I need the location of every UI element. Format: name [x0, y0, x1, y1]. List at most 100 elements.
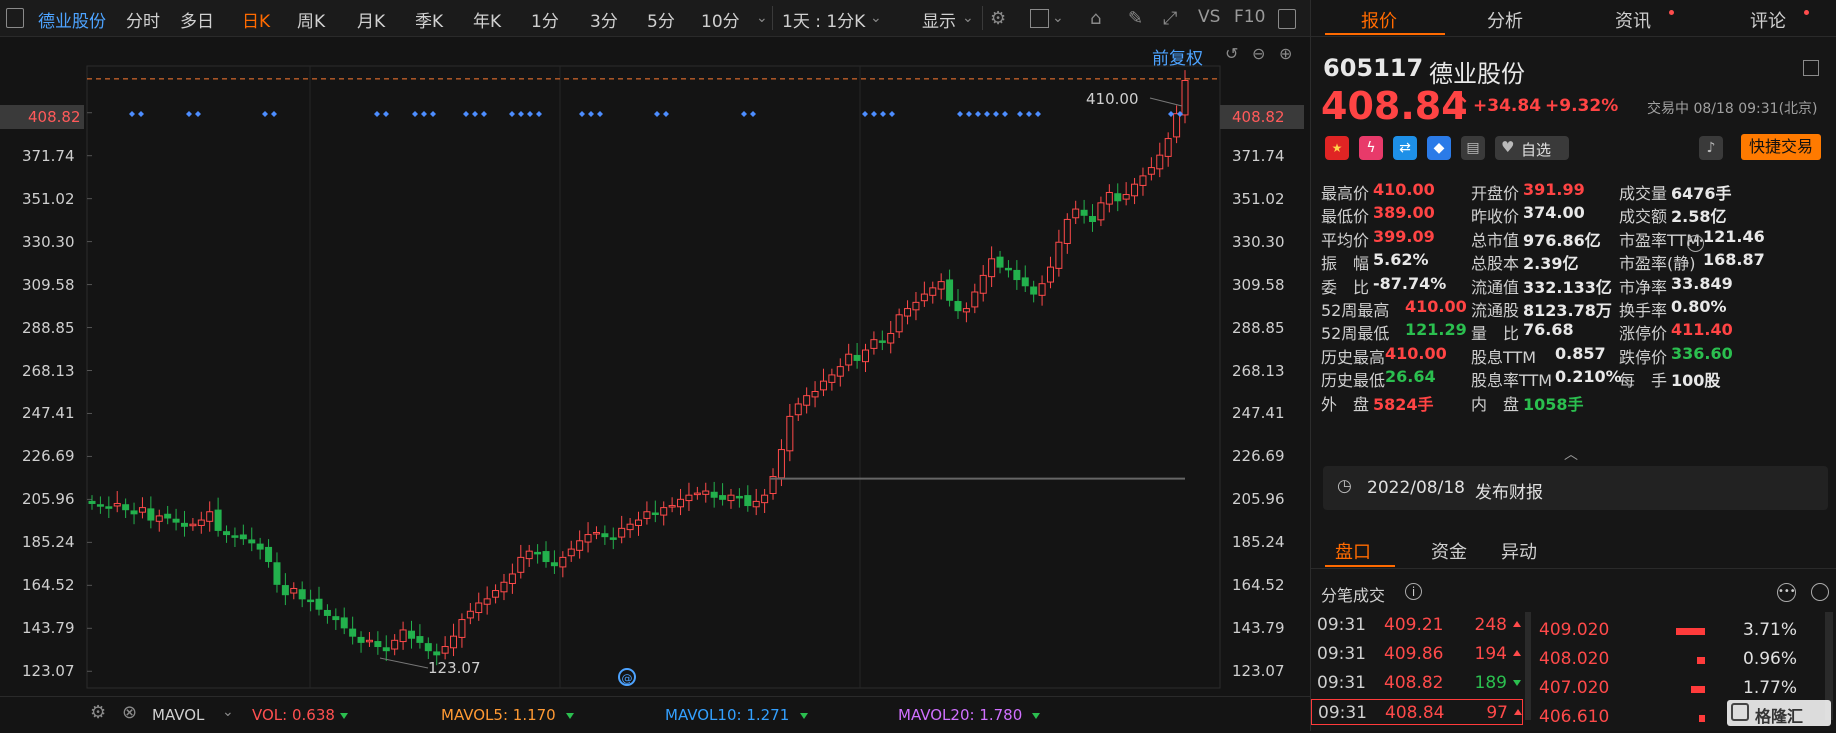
tab-monthly-k[interactable]: 月K	[357, 7, 385, 32]
tab-daily-k[interactable]: 日K	[242, 7, 270, 32]
tab-anomaly[interactable]: 异动	[1501, 538, 1537, 564]
period-select[interactable]: 1天 : 1分K	[782, 7, 865, 32]
fullscreen-icon[interactable]: ⤢	[1163, 8, 1177, 29]
undo-icon[interactable]: ↺	[1225, 44, 1238, 63]
collapse-icon[interactable]: ︿	[1564, 444, 1578, 464]
event-marker-icon	[663, 111, 669, 117]
event-marker-icon	[383, 111, 389, 117]
menu-icon[interactable]	[1803, 60, 1819, 76]
stock-name-tab[interactable]: 德业股份	[38, 7, 106, 32]
candle-body	[727, 494, 735, 502]
close-icon[interactable]: ⊗	[122, 702, 137, 723]
gear-icon[interactable]: ⚙	[90, 702, 106, 723]
tag-icon[interactable]: ◆	[1427, 136, 1451, 160]
compare-button[interactable]: VS	[1198, 7, 1220, 27]
gear-icon[interactable]: ⚙	[990, 8, 1006, 29]
kline-chart[interactable]: 前复权 ↺ ⊖ ⊕ 392.47371.74351.02330.30309.58…	[0, 36, 1310, 696]
tab-capital[interactable]: 资金	[1431, 538, 1467, 564]
candle-body	[643, 511, 651, 519]
quote-label: 量 比	[1471, 324, 1520, 344]
tab-1min[interactable]: 1分	[531, 7, 559, 32]
tick-scrollbar[interactable]	[1525, 612, 1531, 720]
tab-order-book[interactable]: 盘口	[1335, 538, 1371, 564]
split-icon[interactable]	[1811, 583, 1829, 601]
candle-body	[870, 339, 878, 349]
document-icon[interactable]: ▤	[1461, 136, 1485, 160]
quote-label: 委 比	[1321, 277, 1370, 297]
chevron-down-icon[interactable]: ⌄	[222, 704, 234, 720]
tab-multi-day[interactable]: 多日	[180, 7, 214, 32]
quote-value: 8123.78万	[1523, 301, 1612, 320]
tick-volume: 194	[1474, 644, 1507, 664]
panel-toggle-icon[interactable]	[6, 8, 24, 28]
indicator-select[interactable]: MAVOL	[152, 706, 204, 724]
tab-3min[interactable]: 3分	[590, 7, 618, 32]
info-icon[interactable]: i	[1405, 583, 1422, 600]
watchlist-button[interactable]: ♥ 自选	[1495, 136, 1569, 160]
sidebar-icon[interactable]	[1278, 9, 1296, 29]
tab-quarterly-k[interactable]: 季K	[415, 7, 443, 32]
y-tick-right: 226.69	[1232, 447, 1285, 466]
chevron-down-icon[interactable]: ⌄	[756, 10, 768, 26]
f10-button[interactable]: F10	[1234, 7, 1265, 27]
y-tick-left: 247.41	[22, 404, 75, 423]
quote-value: 5.62%	[1373, 250, 1429, 270]
tab-quote[interactable]: 报价	[1361, 7, 1397, 33]
quote-value: 0.210%	[1555, 367, 1622, 387]
event-banner[interactable]: ◷ 2022/08/18 发布财报	[1323, 466, 1828, 510]
depth-row[interactable]: 408.020 0.96%	[1537, 649, 1817, 675]
tab-intraday[interactable]: 分时	[126, 7, 160, 32]
at-icon[interactable]: @	[618, 668, 636, 686]
adjust-button[interactable]: 前复权	[1152, 44, 1203, 69]
tick-row[interactable]: 09:31 408.84 97	[1311, 699, 1523, 725]
event-marker-icon	[186, 111, 192, 117]
tab-news[interactable]: 资讯	[1615, 7, 1651, 33]
candle-body	[895, 314, 903, 333]
tick-row[interactable]: 09:31 408.82 189	[1311, 670, 1523, 696]
tick-row[interactable]: 09:31 409.86 194	[1311, 641, 1523, 667]
candle-body	[567, 548, 575, 557]
y-tick-right: 143.79	[1232, 619, 1285, 638]
display-menu[interactable]: 显示	[922, 7, 956, 32]
tick-price: 409.21	[1384, 615, 1444, 635]
zoom-in-icon[interactable]: ⊕	[1279, 44, 1292, 63]
quote-label: 最低价	[1321, 207, 1370, 227]
tab-comments[interactable]: 评论	[1750, 7, 1786, 33]
quote-value: 2.39亿	[1523, 254, 1579, 274]
tab-analysis[interactable]: 分析	[1487, 7, 1523, 33]
candle-body	[407, 630, 415, 639]
quote-value: 76.68	[1523, 320, 1574, 340]
trading-status: 交易中 08/18 09:31(北京)	[1647, 101, 1818, 117]
pencil-icon[interactable]: ✎	[1128, 8, 1143, 29]
tab-5min[interactable]: 5分	[647, 7, 675, 32]
candle-body	[584, 534, 592, 543]
tab-10min[interactable]: 10分	[701, 7, 740, 32]
kline-svg[interactable]	[0, 36, 1310, 696]
quick-trade-button[interactable]: 快捷交易	[1741, 134, 1821, 160]
camera-icon[interactable]: ⌂	[1090, 8, 1101, 29]
depth-row[interactable]: 409.020 3.71%	[1537, 620, 1817, 646]
china-flag-icon[interactable]: ★	[1325, 136, 1349, 160]
tick-row[interactable]: 09:31 409.21 248	[1311, 612, 1523, 638]
candle-body	[231, 535, 239, 538]
depth-pct: 1.77%	[1743, 678, 1798, 698]
shuffle-icon[interactable]: ⇄	[1393, 136, 1417, 160]
more-icon[interactable]: •••	[1687, 235, 1704, 252]
tab-weekly-k[interactable]: 周K	[297, 7, 325, 32]
lightning-icon[interactable]: ϟ	[1359, 136, 1383, 160]
quote-panel: 报价 分析 资讯 评论 605117 德业股份 408.84 ↑ +34.84 …	[1310, 0, 1836, 731]
square-icon[interactable]	[1030, 9, 1049, 28]
chevron-down-icon[interactable]: ⌄	[870, 10, 882, 26]
quote-label: 市盈率(静)	[1619, 254, 1696, 274]
candle-body	[559, 556, 567, 568]
quote-value: 410.00	[1405, 297, 1467, 316]
tab-yearly-k[interactable]: 年K	[473, 7, 501, 32]
chevron-down-icon[interactable]: ⌄	[1052, 10, 1064, 26]
bell-icon[interactable]: ♪	[1699, 136, 1723, 160]
mavol20-down-icon	[1032, 713, 1040, 719]
more-icon[interactable]: •••	[1777, 583, 1796, 602]
candle-body	[441, 646, 449, 654]
zoom-out-icon[interactable]: ⊖	[1252, 44, 1265, 63]
chevron-down-icon[interactable]: ⌄	[962, 10, 974, 26]
candle-body	[912, 301, 920, 311]
